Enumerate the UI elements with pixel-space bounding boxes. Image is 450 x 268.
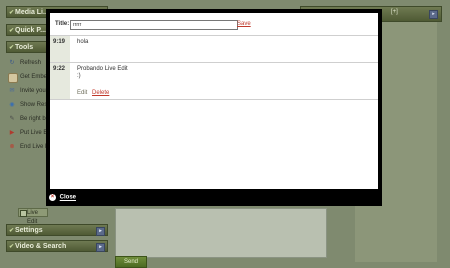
checkbox-icon [20, 210, 27, 217]
panel-label: Settings [15, 227, 43, 234]
edit-link[interactable]: Edit [77, 90, 87, 96]
play-icon: ▶ [9, 130, 15, 136]
expand-icon[interactable]: ▸ [429, 10, 438, 19]
check-icon: ✔ [9, 10, 15, 16]
panel-label: Video & Search [15, 243, 67, 250]
check-icon: ✔ [9, 45, 15, 51]
pencil-icon: ✎ [9, 116, 15, 122]
list-item: 9:19 hola [50, 35, 378, 62]
modal-content: Title: Save 9:19 hola 9:22 Probando Live… [50, 13, 378, 189]
send-button[interactable]: Send [115, 256, 147, 268]
panel-label: Media Li... [15, 9, 49, 16]
save-link[interactable]: Save [237, 21, 251, 27]
panel-label: Quick P... [15, 27, 46, 34]
entry-time: 9:22 [50, 63, 70, 99]
title-label: Title: [55, 21, 70, 27]
tool-label: Put Live B [20, 130, 48, 136]
expand-icon[interactable]: ▸ [96, 243, 105, 252]
live-edit-toggle[interactable]: Live Edit [18, 208, 48, 225]
check-icon: ✔ [9, 28, 15, 34]
panel-settings[interactable]: ✔ Settings ▸ [6, 224, 108, 236]
embed-icon [8, 73, 18, 83]
refresh-icon: ↻ [9, 60, 15, 66]
message-textarea[interactable] [115, 208, 327, 258]
entry-extra: :) [77, 73, 81, 79]
tool-label: End Live B [20, 144, 50, 150]
close-button[interactable]: × Close [49, 194, 76, 203]
tool-label: Invite your [20, 88, 48, 94]
entries-list: 9:19 hola 9:22 Probando Live Edit :) Edi… [50, 35, 378, 100]
delete-link[interactable]: Delete [92, 90, 109, 96]
live-edit-modal: Title: Save 9:19 hola 9:22 Probando Live… [46, 9, 382, 206]
title-input[interactable] [70, 20, 238, 30]
entry-time: 9:19 [50, 36, 70, 62]
list-item: 9:22 Probando Live Edit :) Edit Delete [50, 62, 378, 100]
live-edit-label: Live Edit [27, 210, 39, 225]
panel-video-search[interactable]: ✔ Video & Search ▸ [6, 240, 108, 252]
close-icon: × [49, 194, 56, 201]
tool-label: Be right b [20, 116, 46, 122]
tool-label: Refresh [20, 60, 42, 66]
eye-icon: ◉ [9, 102, 15, 108]
close-label: Close [59, 194, 77, 201]
entry-actions: Edit Delete [77, 90, 109, 96]
check-icon: ✔ [9, 228, 15, 234]
add-toggle[interactable]: [+] [391, 9, 398, 15]
invite-icon: ✉ [9, 88, 15, 94]
expand-icon[interactable]: ▸ [96, 227, 105, 236]
panel-label: Tools [15, 44, 34, 51]
entry-text: hola [77, 39, 89, 45]
check-icon: ✔ [9, 244, 15, 250]
stop-icon: ⊗ [9, 144, 15, 150]
title-row: Title: Save [55, 20, 355, 32]
entry-text: Probando Live Edit [77, 66, 128, 72]
